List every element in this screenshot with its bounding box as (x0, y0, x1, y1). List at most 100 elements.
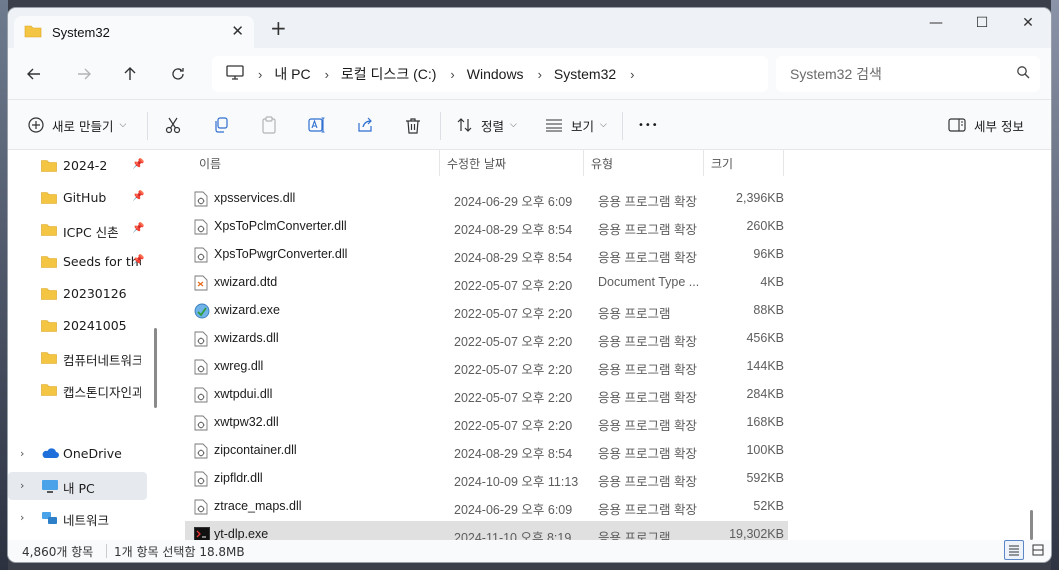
file-list-scrollbar[interactable] (1030, 510, 1033, 540)
tab-system32[interactable]: System32 ✕ (14, 16, 254, 48)
desktop-background-left (0, 0, 8, 570)
new-label: 새로 만들기 (52, 118, 114, 134)
sidebar-item-onedrive[interactable]: › OneDrive (8, 440, 147, 468)
wizard-exe-icon (194, 303, 210, 322)
file-row[interactable]: xwreg.dll 2022-05-07 오후 2:20 응용 프로그램 확장 144… (185, 353, 788, 381)
file-row[interactable]: xwizard.dtd 2022-05-07 오후 2:20 Document Ty… (185, 269, 788, 297)
breadcrumb-system32[interactable]: System32 (554, 66, 616, 82)
file-date: 2022-05-07 오후 2:20 (454, 307, 573, 321)
sidebar-item-2024-2[interactable]: 2024-2 📌 (8, 152, 147, 180)
dtd-file-icon (194, 275, 208, 294)
share-button[interactable] (357, 112, 373, 138)
column-size[interactable]: 크기 (711, 155, 733, 172)
sidebar-item-network-course[interactable]: 컴퓨터네트워크 (8, 344, 147, 372)
sidebar-item-github[interactable]: GitHub 📌 (8, 184, 147, 212)
file-row[interactable]: XpsToPwgrConverter.dll 2024-08-29 오후 8:54… (185, 241, 788, 269)
column-date[interactable]: 수정한 날짜 (447, 155, 506, 172)
file-date: 2022-05-07 오후 2:20 (454, 391, 573, 405)
details-pane-button[interactable]: 세부 정보 (948, 112, 1024, 138)
file-size: 592KB (746, 471, 784, 485)
file-row[interactable]: xpsservices.dll 2024-06-29 오후 6:09 응용 프로그램… (185, 185, 788, 213)
chevron-right-icon[interactable]: › (20, 511, 24, 524)
sidebar-item-20241005[interactable]: 20241005 (8, 312, 147, 340)
rename-button[interactable] (308, 112, 326, 138)
pin-icon: 📌 (132, 223, 145, 234)
new-button[interactable]: 새로 만들기 ⌵ (28, 112, 126, 138)
sidebar-item-capstone[interactable]: 캡스톤디자인과 (8, 376, 147, 404)
desktop-background-right (1051, 0, 1059, 570)
chevron-right-icon[interactable]: › (325, 67, 329, 82)
chevron-right-icon[interactable]: › (258, 67, 262, 82)
arrow-left-icon (27, 68, 40, 80)
details-view-button[interactable] (1004, 540, 1024, 560)
copy-button[interactable] (213, 112, 229, 138)
forward-button[interactable] (72, 62, 96, 86)
file-row[interactable]: zipcontainer.dll 2024-08-29 오후 8:54 응용 프로그… (185, 437, 788, 465)
file-date: 2024-06-29 오후 6:09 (454, 195, 573, 209)
search-input[interactable]: System32 검색 (776, 56, 1040, 92)
sort-label: 정렬 (481, 118, 505, 134)
file-date: 2022-05-07 오후 2:20 (454, 279, 573, 293)
file-row[interactable]: xwizard.exe 2022-05-07 오후 2:20 응용 프로그램 88KB (185, 297, 788, 325)
view-button[interactable]: 보기 ⌵ (545, 112, 607, 138)
delete-button[interactable] (405, 112, 421, 138)
sidebar-item-label: 컴퓨터네트워크 (63, 353, 141, 368)
file-row[interactable]: ztrace_maps.dll 2024-06-29 오후 6:09 응용 프로그램… (185, 493, 788, 521)
column-divider[interactable] (703, 150, 704, 176)
column-divider[interactable] (583, 150, 584, 176)
clipboard-icon (262, 116, 276, 134)
file-date: 2022-05-07 오후 2:20 (454, 335, 573, 349)
file-size: 168KB (746, 415, 784, 429)
pin-icon: 📌 (132, 191, 145, 202)
file-row[interactable]: xwizards.dll 2022-05-07 오후 2:20 응용 프로그램 확장… (185, 325, 788, 353)
folder-icon (41, 255, 57, 271)
minimize-button[interactable]: — (913, 8, 959, 38)
file-row[interactable]: zipfldr.dll 2024-10-09 오후 11:13 응용 프로그램 확장… (185, 465, 788, 493)
paste-button[interactable] (261, 112, 277, 138)
more-options-button[interactable]: ••• (638, 112, 659, 138)
column-divider[interactable] (783, 150, 784, 176)
sidebar-item-this-pc[interactable]: › 내 PC (8, 472, 147, 500)
sidebar-item-20230126[interactable]: 20230126 (8, 280, 147, 308)
up-button[interactable] (118, 62, 142, 86)
breadcrumb-this-pc[interactable]: 내 PC (274, 64, 310, 84)
chevron-right-icon[interactable]: › (20, 447, 24, 460)
file-row[interactable]: xwtpdui.dll 2022-05-07 오후 2:20 응용 프로그램 확장 2… (185, 381, 788, 409)
new-tab-button[interactable]: + (270, 18, 287, 38)
tab-close-icon[interactable]: ✕ (231, 22, 244, 40)
view-label: 보기 (571, 118, 595, 134)
file-row[interactable]: yt-dlp.exe 2024-11-10 오후 8:19 응용 프로그램 19,30… (185, 521, 788, 542)
sidebar-item-network[interactable]: › 네트워크 (8, 504, 147, 532)
arrow-right-icon (78, 68, 91, 80)
sidebar-item-label: GitHub (63, 190, 107, 205)
file-row[interactable]: xwtpw32.dll 2022-05-07 오후 2:20 응용 프로그램 확장 1… (185, 409, 788, 437)
chevron-right-icon[interactable]: › (450, 67, 454, 82)
divider (147, 112, 148, 140)
column-type[interactable]: 유형 (591, 155, 613, 172)
tiles-view-button[interactable] (1028, 540, 1048, 560)
chevron-right-icon[interactable]: › (630, 67, 634, 82)
column-name[interactable]: 이름 (199, 155, 221, 172)
file-size: 284KB (746, 387, 784, 401)
chevron-right-icon[interactable]: › (20, 479, 24, 492)
breadcrumb-windows[interactable]: Windows (467, 66, 524, 82)
plus-circle-icon (28, 117, 44, 133)
status-bar: 4,860개 항목 1개 항목 선택함 18.8MB (8, 540, 1051, 562)
close-window-button[interactable]: ✕ (1005, 8, 1051, 38)
sidebar-item-icpc[interactable]: ICPC 신촌 📌 (8, 216, 147, 244)
file-name: XpsToPwgrConverter.dll (214, 247, 348, 261)
chevron-right-icon[interactable]: › (538, 67, 542, 82)
column-divider[interactable] (439, 150, 440, 176)
sidebar-scrollbar[interactable] (154, 328, 157, 408)
sort-button[interactable]: 정렬 ⌵ (457, 112, 517, 138)
file-row[interactable]: XpsToPclmConverter.dll 2024-08-29 오후 8:54… (185, 213, 788, 241)
sidebar-item-seeds[interactable]: Seeds for the 📌 (8, 248, 147, 276)
breadcrumb-local-disk[interactable]: 로컬 디스크 (C:) (341, 64, 437, 84)
maximize-button[interactable]: ☐ (959, 8, 1005, 38)
address-bar[interactable]: › 내 PC › 로컬 디스크 (C:) › Windows › System3… (212, 56, 768, 92)
refresh-button[interactable] (166, 62, 190, 86)
file-size: 52KB (753, 499, 784, 513)
cut-button[interactable] (164, 112, 182, 138)
copy-icon (215, 117, 228, 133)
back-button[interactable] (22, 62, 46, 86)
